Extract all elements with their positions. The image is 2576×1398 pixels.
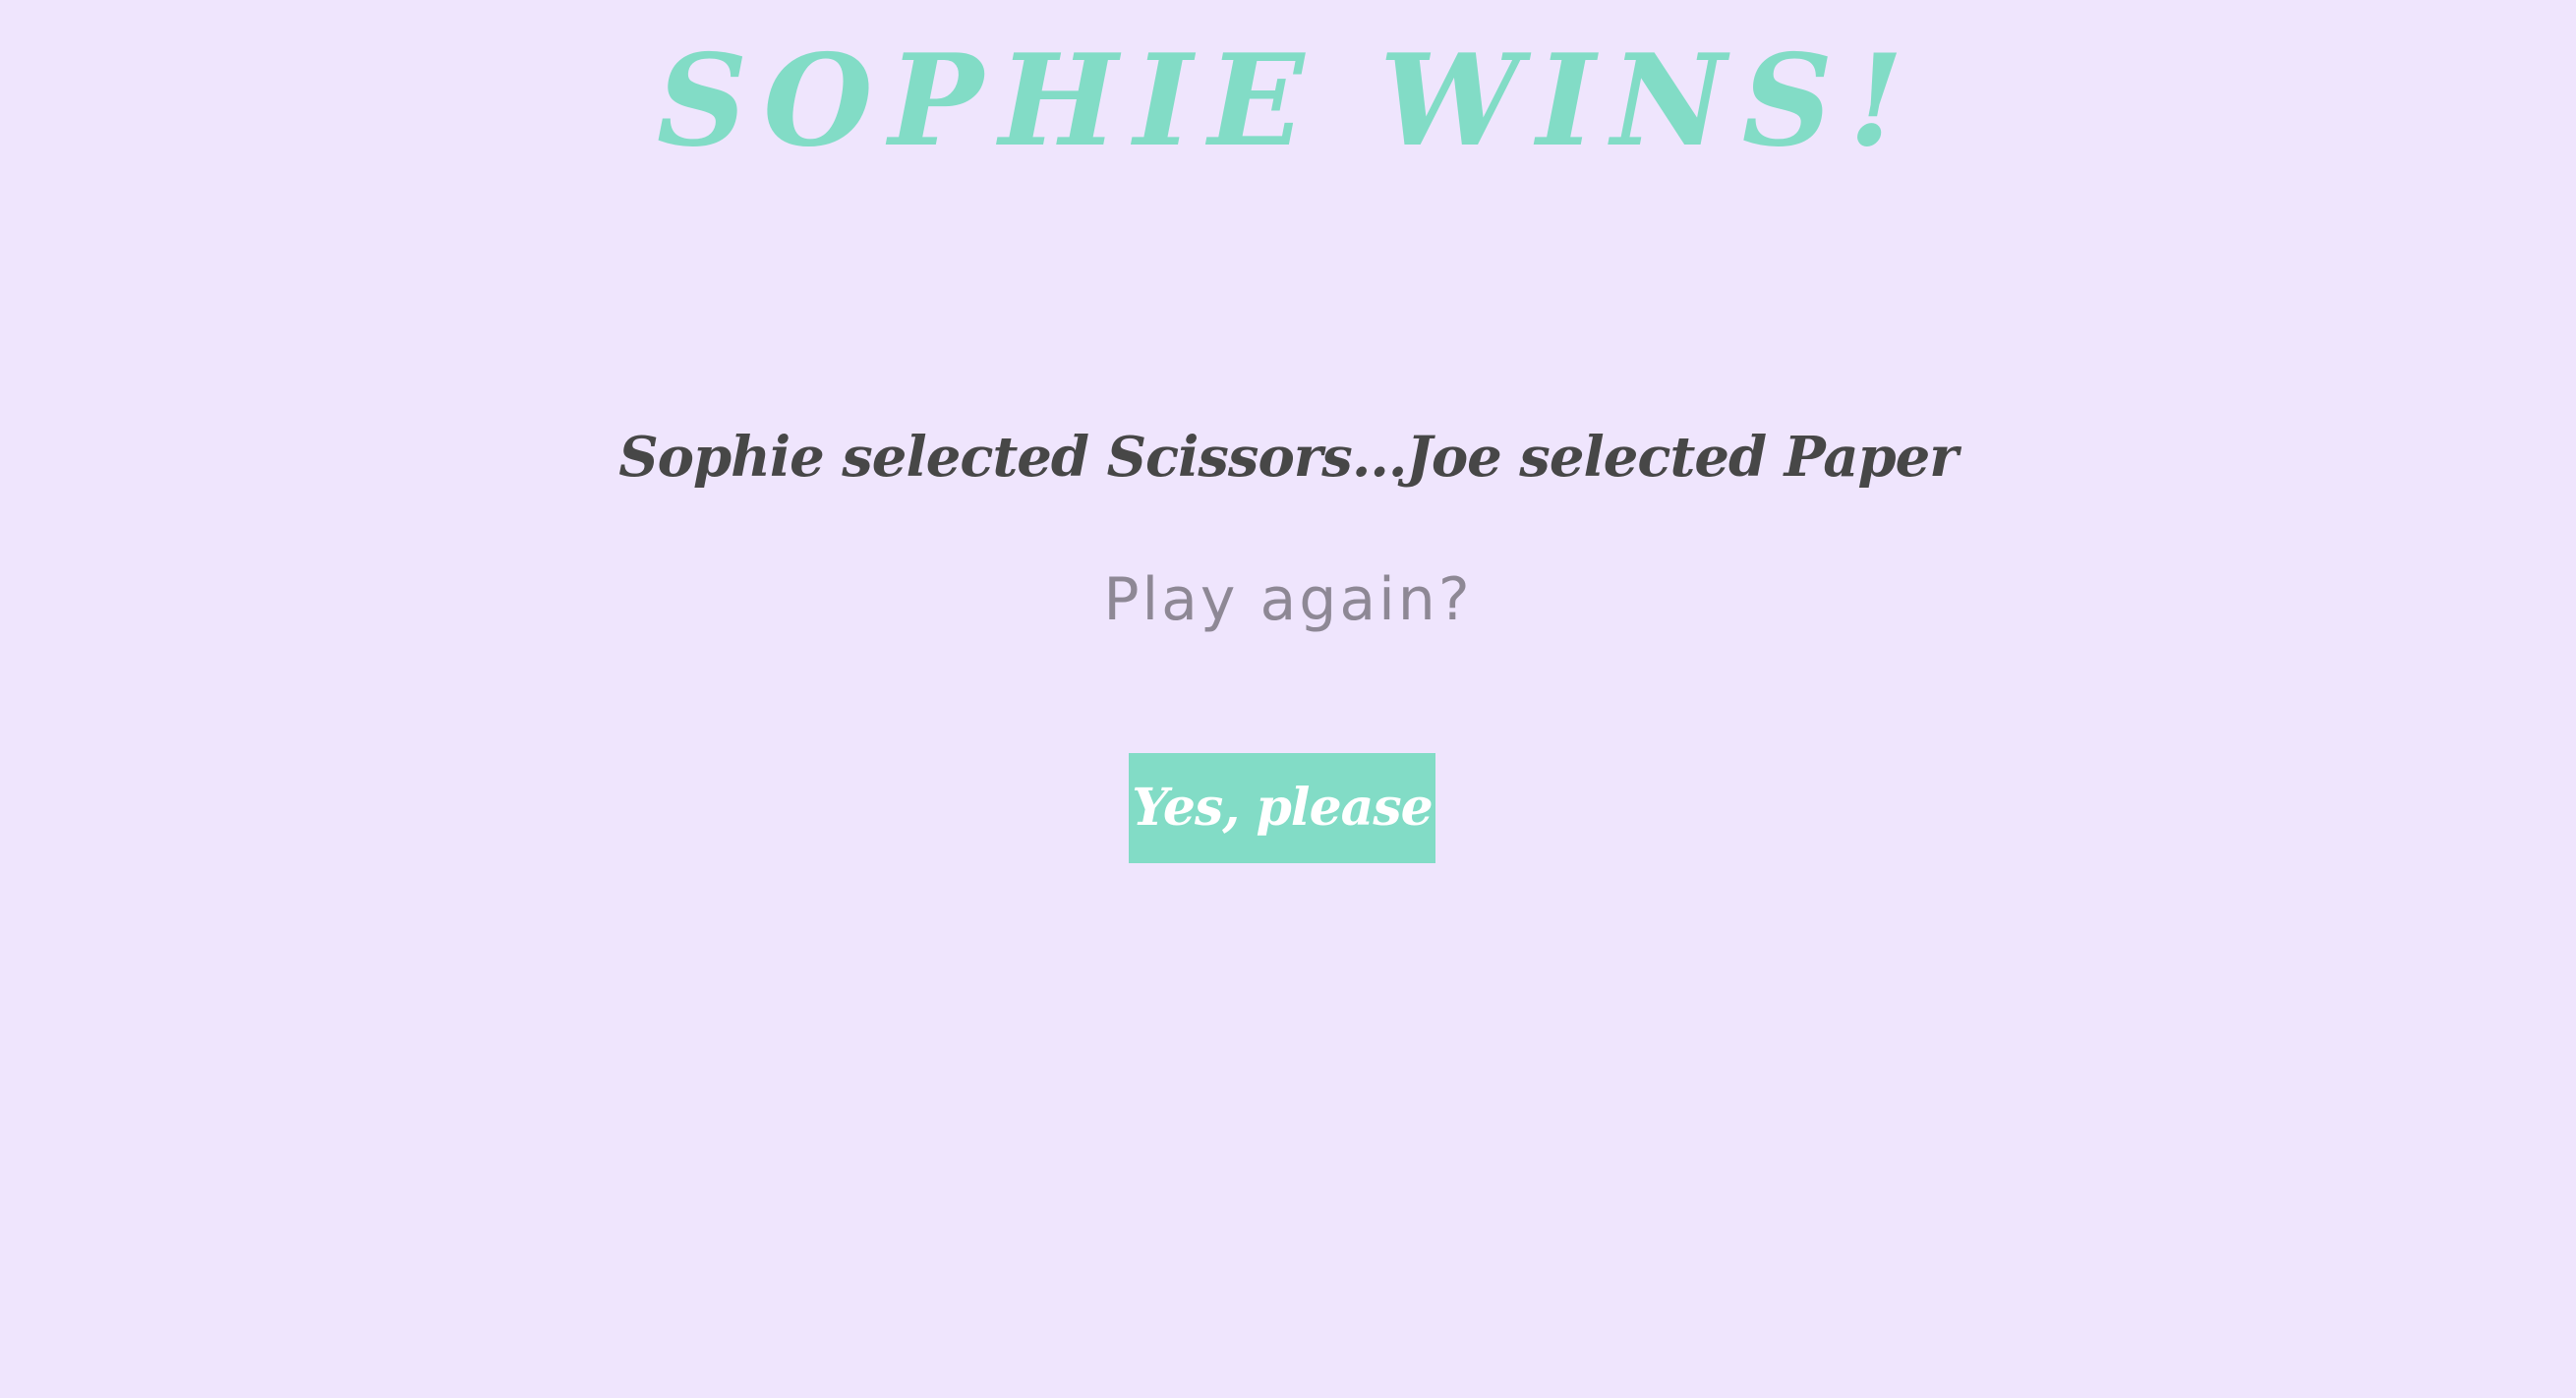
round-result: Sophie selected Scissors...Joe selected … [618,425,1959,490]
play-again-prompt: Play again? [1103,565,1473,634]
winner-title: Sophie wins! [656,28,1920,175]
play-again-button[interactable]: Yes, please [1129,753,1435,863]
